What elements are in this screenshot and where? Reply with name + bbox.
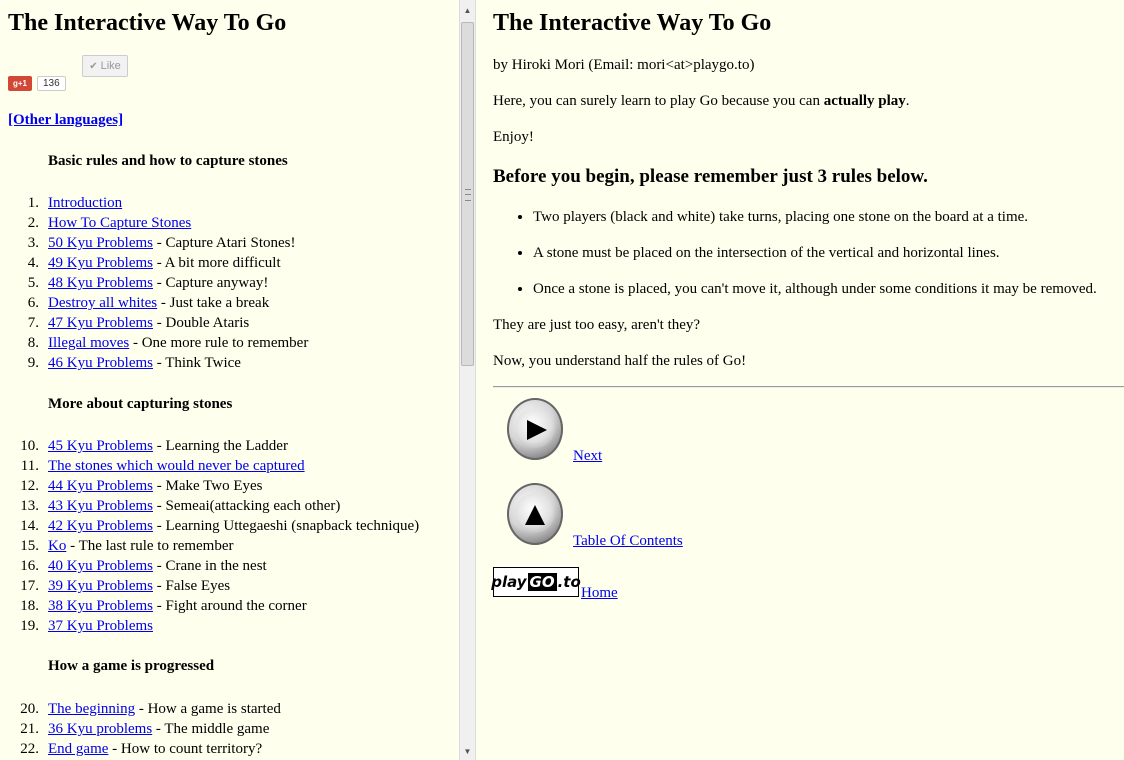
table-of-contents-link[interactable]: Table Of Contents	[573, 533, 683, 550]
divider	[493, 386, 1124, 388]
author-byline: by Hiroki Mori (Email: mori<at>playgo.to…	[493, 57, 755, 73]
google-plus-one-widget[interactable]: g +1 136	[8, 75, 66, 91]
list-item: 20. The beginning - How a game is started	[20, 701, 281, 717]
next-link[interactable]: Next	[573, 448, 602, 465]
easy-text: They are just too easy, aren't they?	[493, 317, 701, 333]
lesson-link[interactable]: Destroy all whites	[48, 295, 157, 311]
rule-item: Two players (black and white) take turns…	[533, 208, 1097, 244]
list-item: 2. How To Capture Stones	[27, 215, 192, 231]
list-item: 21. 36 Kyu problems - The middle game	[20, 721, 270, 737]
list-item: 16. 40 Kyu Problems - Crane in the nest	[20, 558, 267, 574]
rule-item: A stone must be placed on the intersecti…	[533, 244, 1097, 280]
play-arrow-icon[interactable]	[507, 398, 563, 460]
toc-title: The Interactive Way To Go	[8, 10, 287, 36]
lesson-link[interactable]: 45 Kyu Problems	[48, 438, 153, 454]
rules-heading: Before you begin, please remember just 3…	[493, 166, 928, 187]
lesson-list-game-progress: 20. The beginning - How a game is started…	[0, 699, 281, 759]
section-title-basic-rules: Basic rules and how to capture stones	[48, 153, 288, 169]
google-plus-count: 136	[37, 75, 66, 91]
list-item: 8. Illegal moves - One more rule to remem…	[27, 335, 309, 351]
lesson-link[interactable]: 36 Kyu problems	[48, 721, 152, 737]
lesson-link[interactable]: End game	[48, 741, 108, 757]
list-item: 13. 43 Kyu Problems - Semeai(attacking ea…	[20, 498, 341, 514]
home-link[interactable]: Home	[581, 585, 618, 602]
grip-icon	[465, 189, 471, 201]
section-title-game-progress: How a game is progressed	[48, 658, 215, 674]
lesson-link[interactable]: The stones which would never be captured	[48, 458, 305, 474]
intro-paragraph: Here, you can surely learn to play Go be…	[493, 93, 910, 109]
list-item: 9. 46 Kyu Problems - Think Twice	[27, 355, 241, 371]
lesson-link[interactable]: 49 Kyu Problems	[48, 255, 153, 271]
facebook-like-button[interactable]: ✔ Like	[82, 55, 128, 77]
content-frame: The Interactive Way To Go by Hiroki Mori…	[477, 0, 1124, 760]
lesson-link[interactable]: Introduction	[48, 195, 122, 211]
lesson-list-basic-rules: 1. Introduction 2. How To Capture Stones 3…	[0, 193, 309, 373]
scroll-up-icon[interactable]: ▲	[460, 2, 475, 19]
rules-list: Two players (black and white) take turns…	[493, 208, 1097, 316]
list-item: 19. 37 Kyu Problems	[20, 618, 153, 634]
lesson-link[interactable]: 50 Kyu Problems	[48, 235, 153, 251]
understand-text: Now, you understand half the rules of Go…	[493, 353, 747, 369]
list-item: 15. Ko - The last rule to remember	[20, 538, 234, 554]
list-item: 5. 48 Kyu Problems - Capture anyway!	[27, 275, 269, 291]
scrollbar-thumb[interactable]	[461, 22, 474, 366]
left-frame-scrollbar[interactable]: ▲ ▼	[459, 0, 476, 760]
list-item: 7. 47 Kyu Problems - Double Ataris	[27, 315, 250, 331]
list-item: 10. 45 Kyu Problems - Learning the Ladder	[20, 438, 288, 454]
up-arrow-icon[interactable]	[507, 483, 563, 545]
list-item: 14. 42 Kyu Problems - Learning Uttegaeshi…	[20, 518, 420, 534]
intro-emphasis: actually play	[823, 93, 906, 109]
lesson-link[interactable]: Illegal moves	[48, 335, 129, 351]
list-item: 3. 50 Kyu Problems - Capture Atari Stones…	[27, 235, 296, 251]
rule-item: Once a stone is placed, you can't move i…	[533, 280, 1097, 316]
lesson-link[interactable]: 46 Kyu Problems	[48, 355, 153, 371]
list-item: 17. 39 Kyu Problems - False Eyes	[20, 578, 231, 594]
page-title: The Interactive Way To Go	[493, 10, 772, 36]
like-label: Like	[100, 60, 121, 72]
lesson-link[interactable]: 43 Kyu Problems	[48, 498, 153, 514]
scroll-down-icon[interactable]: ▼	[460, 743, 475, 760]
lesson-link[interactable]: 42 Kyu Problems	[48, 518, 153, 534]
other-languages-link[interactable]: [Other languages]	[8, 112, 123, 129]
list-item: 12. 44 Kyu Problems - Make Two Eyes	[20, 478, 263, 494]
lesson-link[interactable]: 40 Kyu Problems	[48, 558, 153, 574]
checkmark-icon: ✔	[89, 60, 98, 72]
lesson-link[interactable]: 44 Kyu Problems	[48, 478, 153, 494]
google-plus-icon[interactable]: g +1	[8, 75, 32, 91]
enjoy-text: Enjoy!	[493, 129, 534, 145]
list-item: 6. Destroy all whites - Just take a break	[27, 295, 270, 311]
lesson-link[interactable]: Ko	[48, 538, 66, 554]
list-item: 1. Introduction	[27, 195, 123, 211]
lesson-list-capturing: 10. 45 Kyu Problems - Learning the Ladder…	[0, 436, 419, 636]
playgo-logo[interactable]: play GO .to	[491, 567, 581, 597]
list-item: 4. 49 Kyu Problems - A bit more difficult	[27, 255, 281, 271]
toc-frame: The Interactive Way To Go ✔ Like g +1 136…	[0, 0, 459, 760]
lesson-link[interactable]: The beginning	[48, 701, 135, 717]
list-item: 22. End game - How to count territory?	[20, 741, 263, 757]
list-item: 11. The stones which would never be captu…	[20, 458, 305, 474]
lesson-link[interactable]: 38 Kyu Problems	[48, 598, 153, 614]
lesson-link[interactable]: How To Capture Stones	[48, 215, 191, 231]
lesson-link[interactable]: 39 Kyu Problems	[48, 578, 153, 594]
lesson-link[interactable]: 37 Kyu Problems	[48, 618, 153, 634]
lesson-link[interactable]: 47 Kyu Problems	[48, 315, 153, 331]
list-item: 18. 38 Kyu Problems - Fight around the co…	[20, 598, 307, 614]
section-title-capturing: More about capturing stones	[48, 396, 233, 412]
lesson-link[interactable]: 48 Kyu Problems	[48, 275, 153, 291]
